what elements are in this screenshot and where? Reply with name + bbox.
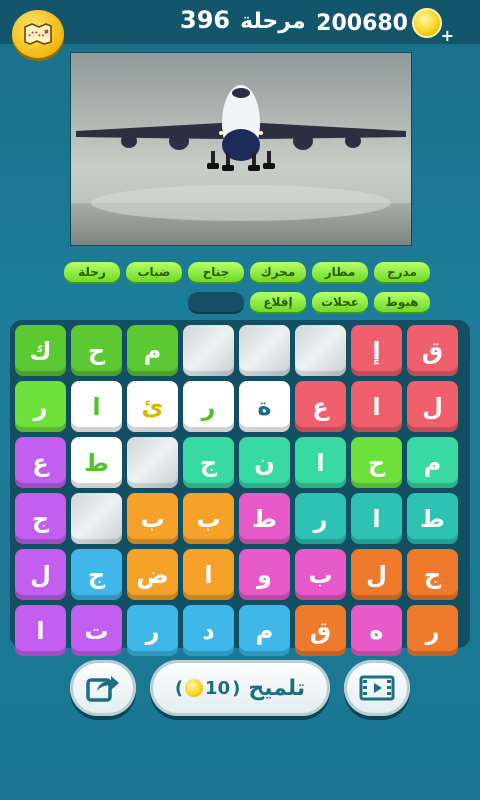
letter-tile[interactable]: ل	[15, 549, 66, 600]
answer-words: مدرج مطار محرك جناح ضباب رحلة هبوط عجلات…	[50, 262, 430, 322]
letter-tile[interactable]: ط	[71, 437, 122, 488]
letter-tile[interactable]: ر	[295, 493, 346, 544]
letter-tile[interactable]: ط	[239, 493, 290, 544]
video-button[interactable]	[344, 660, 410, 716]
letter-tile[interactable]: ر	[407, 605, 458, 656]
bottom-controls: تلميح ( 10 )	[0, 660, 480, 720]
letter-tile[interactable]: إ	[351, 325, 402, 376]
letter-tile-used	[239, 325, 290, 376]
letter-tile[interactable]: ج	[15, 493, 66, 544]
map-button[interactable]	[12, 10, 64, 58]
word-tag: هبوط	[374, 292, 430, 314]
letter-tile[interactable]: ب	[295, 549, 346, 600]
letter-tile[interactable]: ن	[239, 437, 290, 488]
letter-tile-used	[295, 325, 346, 376]
letter-tile[interactable]: ب	[183, 493, 234, 544]
coin-icon	[185, 679, 204, 697]
letter-tile[interactable]: ط	[407, 493, 458, 544]
letter-grid-cells: قإمحكلاعةرئارمحانجطعطارطببججلبواضجلرهقمد…	[15, 325, 458, 656]
word-tag-hidden	[188, 292, 244, 314]
letter-tile[interactable]: ع	[295, 381, 346, 432]
letter-tile[interactable]: ل	[351, 549, 402, 600]
letter-tile[interactable]: ئ	[127, 381, 178, 432]
letter-grid: قإمحكلاعةرئارمحانجطعطارطببججلبواضجلرهقمد…	[10, 320, 470, 656]
coin-icon	[412, 8, 442, 38]
letter-tile[interactable]: ل	[407, 381, 458, 432]
hint-cost-value: 10	[205, 677, 231, 699]
words-row-1: مدرج مطار محرك جناح ضباب رحلة	[50, 262, 430, 284]
level-number: 396	[180, 6, 231, 34]
hint-cost-open: (	[174, 677, 184, 699]
word-tag: عجلات	[312, 292, 368, 314]
letter-tile[interactable]: ك	[15, 325, 66, 376]
hint-cost: ( 10 )	[175, 678, 241, 699]
letter-tile[interactable]: ا	[351, 381, 402, 432]
words-row-2: هبوط عجلات إقلاع	[50, 292, 430, 314]
letter-tile[interactable]: و	[239, 549, 290, 600]
word-tag: إقلاع	[250, 292, 306, 314]
treasure-map-icon	[24, 23, 52, 45]
letter-tile[interactable]: ع	[15, 437, 66, 488]
letter-tile[interactable]: م	[239, 605, 290, 656]
hint-button[interactable]: تلميح ( 10 )	[150, 660, 330, 716]
letter-tile[interactable]: ت	[71, 605, 122, 656]
letter-tile-used	[183, 325, 234, 376]
letter-tile[interactable]: ج	[407, 549, 458, 600]
letter-tile-used	[71, 493, 122, 544]
letter-tile[interactable]: ق	[295, 605, 346, 656]
hint-cost-close: )	[232, 677, 241, 699]
letter-tile[interactable]: ج	[71, 549, 122, 600]
level-label: مرحلة	[240, 9, 306, 34]
letter-tile[interactable]: ح	[71, 325, 122, 376]
coin-balance[interactable]: 200680	[316, 8, 442, 38]
letter-tile[interactable]: ج	[183, 437, 234, 488]
letter-tile[interactable]: د	[183, 605, 234, 656]
word-tag: ضباب	[126, 262, 182, 284]
letter-tile-used	[127, 437, 178, 488]
letter-tile[interactable]: ا	[295, 437, 346, 488]
share-icon	[86, 676, 119, 702]
letter-tile[interactable]: ه	[351, 605, 402, 656]
letter-tile[interactable]: ا	[351, 493, 402, 544]
letter-tile[interactable]: ة	[239, 381, 290, 432]
letter-tile[interactable]: ق	[407, 325, 458, 376]
word-tag: رحلة	[64, 262, 120, 284]
letter-tile[interactable]: ض	[127, 549, 178, 600]
letter-tile[interactable]: ر	[15, 381, 66, 432]
letter-tile[interactable]: ا	[15, 605, 66, 656]
word-tag: محرك	[250, 262, 306, 284]
airplane-photo	[71, 53, 411, 245]
letter-tile[interactable]: ر	[127, 605, 178, 656]
coin-count: 200680	[316, 10, 408, 36]
puzzle-photo	[70, 52, 412, 246]
letter-tile[interactable]: ا	[71, 381, 122, 432]
share-button[interactable]	[70, 660, 136, 716]
letter-tile[interactable]: ر	[183, 381, 234, 432]
letter-tile[interactable]: ح	[351, 437, 402, 488]
word-tag: جناح	[188, 262, 244, 284]
hint-label: تلميح	[248, 675, 306, 701]
add-coins-plus-icon[interactable]: +	[441, 26, 454, 45]
video-icon	[359, 675, 395, 701]
letter-tile[interactable]: ا	[183, 549, 234, 600]
word-tag: مدرج	[374, 262, 430, 284]
letter-tile[interactable]: م	[127, 325, 178, 376]
letter-tile[interactable]: ب	[127, 493, 178, 544]
word-tag: مطار	[312, 262, 368, 284]
level-indicator: مرحلة 396	[180, 6, 306, 34]
letter-tile[interactable]: م	[407, 437, 458, 488]
